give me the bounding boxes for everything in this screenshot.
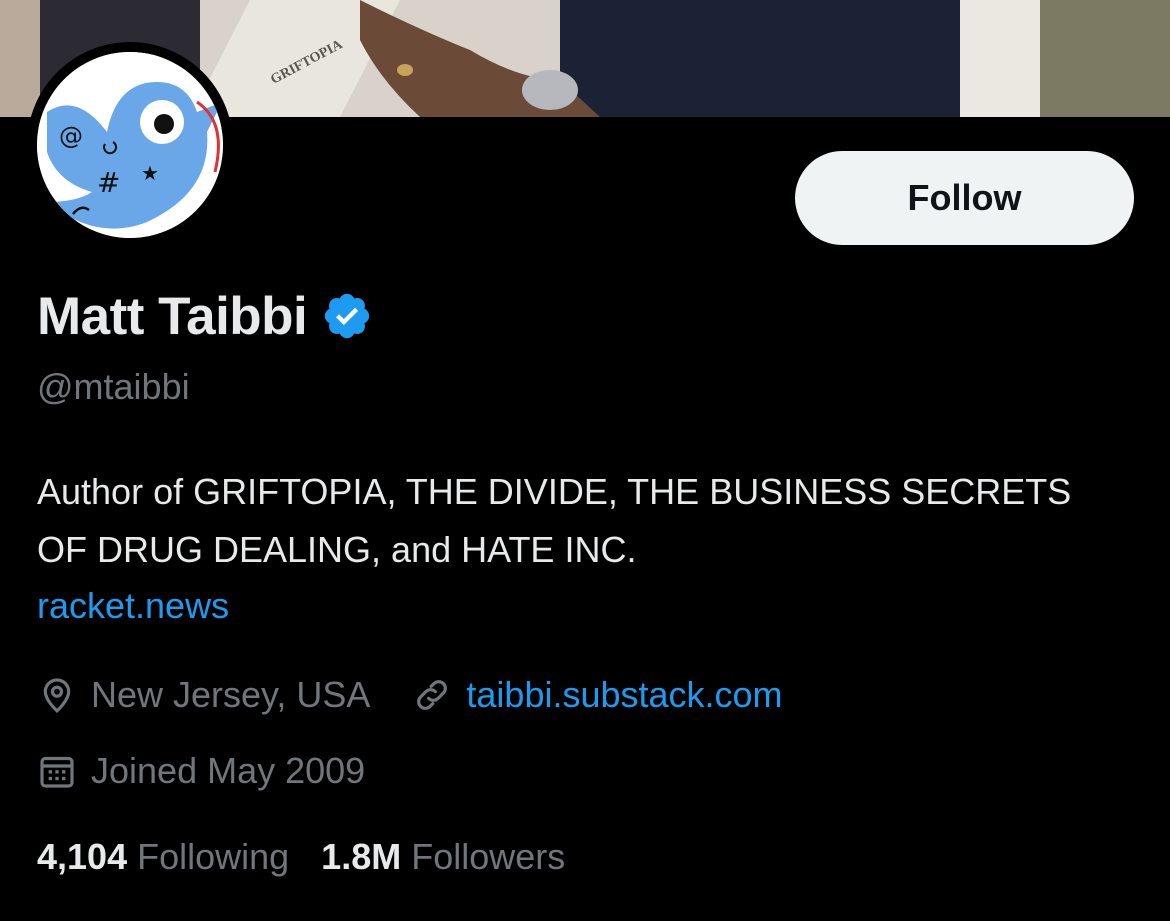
bio-link[interactable]: racket.news [37, 585, 229, 627]
link-icon [417, 680, 448, 710]
followers-stat[interactable]: 1.8M Followers [321, 836, 565, 878]
followers-label: Followers [411, 836, 566, 877]
location-item: New Jersey, USA [37, 674, 370, 716]
avatar[interactable]: @ # ★ [27, 42, 233, 248]
calendar-icon [40, 756, 74, 788]
verified-badge-icon[interactable] [321, 290, 373, 342]
joined-row: Joined May 2009 [37, 744, 365, 798]
display-name: Matt Taibbi [37, 286, 308, 346]
joined-text: Joined May 2009 [91, 750, 366, 791]
twitter-bird-icon: @ # ★ [37, 52, 223, 238]
website-link[interactable]: taibbi.substack.com [466, 674, 782, 716]
following-label: Following [137, 836, 290, 877]
hash-glyph: # [97, 166, 120, 199]
at-glyph: @ [59, 122, 83, 150]
profile-meta-row: New Jersey, USA taibbi.substack.com [37, 668, 783, 722]
avatar-image: @ # ★ [37, 52, 223, 238]
website-item[interactable]: taibbi.substack.com [412, 674, 783, 716]
profile-name-row: Matt Taibbi [37, 283, 373, 349]
following-count: 4,104 [37, 836, 128, 877]
location-text: New Jersey, USA [91, 674, 371, 715]
profile-page: GRIFTOPIA @ # ★ Follow Matt Taibbi @mtai… [0, 0, 1170, 921]
profile-handle: @mtaibbi [37, 366, 190, 407]
followers-count: 1.8M [321, 836, 402, 877]
profile-stats: 4,104 Following 1.8M Followers [37, 830, 565, 884]
profile-bio: Author of GRIFTOPIA, THE DIVIDE, THE BUS… [37, 471, 1072, 570]
follow-button[interactable]: Follow [795, 151, 1134, 245]
following-stat[interactable]: 4,104 Following [37, 836, 289, 878]
location-pin-icon [43, 678, 71, 713]
star-glyph: ★ [141, 161, 159, 185]
